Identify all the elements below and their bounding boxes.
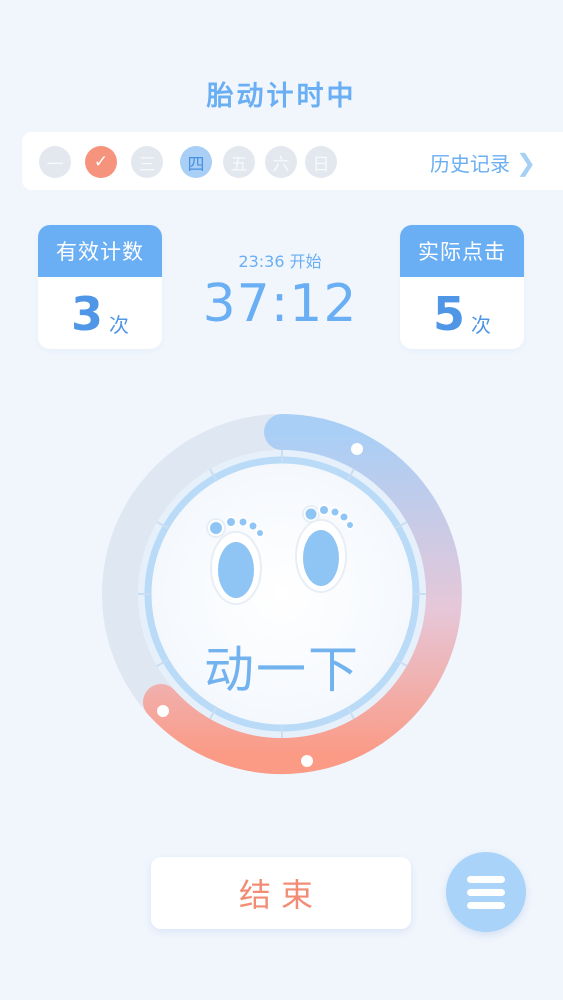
- day-tuesday-check-icon[interactable]: ✓: [85, 146, 117, 178]
- start-time-label: 23:36 开始: [238, 252, 322, 271]
- actual-click-value: 5: [432, 287, 465, 341]
- day-monday[interactable]: 一: [39, 146, 71, 178]
- menu-icon-line: [467, 888, 505, 896]
- history-label: 历史记录: [430, 152, 510, 176]
- actual-click-card: 实际点击 5 次: [400, 225, 524, 349]
- valid-count-unit: 次: [109, 313, 129, 337]
- day-friday[interactable]: 五: [223, 146, 255, 178]
- valid-count-card: 有效计数 3 次: [38, 225, 162, 349]
- actual-click-unit: 次: [471, 313, 491, 337]
- day-saturday[interactable]: 六: [265, 146, 297, 178]
- day-thursday[interactable]: 四: [180, 146, 212, 178]
- menu-button[interactable]: [446, 852, 526, 932]
- week-progress-bar: 一 ✓ 三 四 五 六 日 历史记录 ❯: [22, 132, 563, 190]
- elapsed-timer: 37:12: [202, 274, 358, 334]
- end-button[interactable]: 结束: [151, 857, 411, 929]
- day-sunday[interactable]: 日: [305, 146, 337, 178]
- day-wednesday[interactable]: 三: [131, 146, 163, 178]
- valid-count-title: 有效计数: [38, 225, 162, 277]
- kick-dial-button[interactable]: 动一下: [96, 408, 468, 780]
- dial-label: 动一下: [204, 641, 360, 699]
- valid-count-value: 3: [70, 287, 103, 341]
- actual-click-title: 实际点击: [400, 225, 524, 277]
- menu-icon: [467, 875, 505, 883]
- chevron-right-icon: ❯: [516, 148, 537, 177]
- progress-ring: [102, 414, 462, 774]
- menu-icon-line: [467, 901, 505, 909]
- history-link[interactable]: 历史记录 ❯: [430, 148, 536, 177]
- page-title: 胎动计时中: [206, 81, 357, 112]
